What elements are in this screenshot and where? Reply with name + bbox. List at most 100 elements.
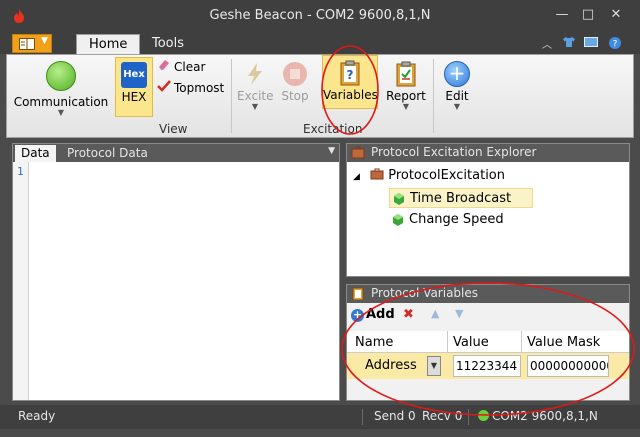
arrow-up-icon[interactable]: ▲	[431, 307, 439, 320]
status-separator	[362, 409, 363, 425]
tree-item-change-speed[interactable]: Change Speed	[389, 210, 508, 230]
delete-icon[interactable]: ✖	[403, 307, 414, 322]
hex-label: HEX	[121, 90, 147, 104]
tree-item-label: Change Speed	[409, 212, 504, 227]
explorer-title: Protocol Excitation Explorer	[371, 145, 537, 159]
arrow-down-icon[interactable]: ▼	[455, 307, 463, 320]
application-menu-button[interactable]: ▼	[12, 34, 52, 53]
chevron-down-icon: ▼	[57, 108, 65, 117]
column-divider[interactable]	[447, 331, 448, 353]
tab-data[interactable]: Data	[15, 145, 56, 162]
tree-root-label: ProtocolExcitation	[388, 168, 505, 183]
column-divider[interactable]	[521, 331, 522, 353]
lightning-icon	[242, 61, 268, 87]
protocol-excitation-explorer: Protocol Excitation Explorer ◢ ProtocolE…	[346, 143, 630, 277]
stop-label: Stop	[281, 89, 309, 103]
variable-mask-input[interactable]: 000000000000	[527, 355, 609, 377]
topmost-label: Topmost	[174, 81, 225, 95]
excite-label: Excite	[237, 89, 274, 103]
shirt-theme-icon[interactable]	[562, 36, 576, 50]
close-button[interactable]: ✕	[606, 6, 626, 24]
help-icon[interactable]: ?	[608, 36, 622, 50]
protocol-variables-panel: Protocol Variables + Add ✖ ▲ ▼ Name Value…	[346, 284, 630, 401]
recv-counter: Recv 0	[422, 409, 463, 423]
communication-button[interactable]: Communication ▼	[9, 59, 113, 125]
tab-tools[interactable]: Tools	[140, 34, 196, 54]
stop-button[interactable]: Stop	[277, 57, 313, 119]
variables-button[interactable]: ? Variables	[322, 55, 378, 109]
hex-icon: Hex	[121, 62, 147, 88]
line-number-gutter: 1	[13, 162, 29, 400]
edit-label: Edit	[445, 89, 469, 103]
column-header-name[interactable]: Name	[355, 335, 393, 350]
column-header-value[interactable]: Value	[453, 335, 489, 350]
tab-home[interactable]: Home	[76, 34, 141, 54]
add-variable-button[interactable]: + Add	[351, 307, 395, 322]
svg-text:?: ?	[347, 68, 354, 82]
app-menu-icon	[19, 38, 35, 50]
checkmark-icon	[157, 80, 171, 95]
minimize-button[interactable]: —	[552, 6, 572, 24]
green-gem-icon	[394, 193, 404, 205]
chevron-down-icon[interactable]: ▼	[328, 146, 335, 156]
variables-label: Variables	[323, 88, 378, 102]
green-gem-icon	[393, 214, 403, 226]
about-icon[interactable]	[584, 36, 598, 50]
maximize-button[interactable]: □	[578, 6, 598, 24]
chevron-down-icon: ▼	[41, 36, 48, 46]
variables-table-header: Name Value Value Mask	[347, 331, 629, 353]
stop-icon	[282, 61, 308, 87]
status-ready: Ready	[18, 409, 56, 423]
clipboard-icon	[352, 287, 364, 300]
expand-arrow-icon[interactable]: ◢	[353, 172, 360, 182]
tab-protocol-data[interactable]: Protocol Data	[61, 145, 154, 162]
window-title: Geshe Beacon - COM2 9600,8,1,N	[209, 8, 431, 23]
excite-button[interactable]: Excite ▼	[237, 57, 274, 119]
ribbon-separator	[433, 59, 434, 133]
ribbon-tab-row: ▼ Home Tools ︿ ?	[0, 32, 640, 54]
clipboard-check-icon	[393, 61, 419, 87]
status-separator	[468, 409, 469, 425]
variables-toolbar: + Add ✖ ▲ ▼	[347, 303, 629, 327]
edit-button[interactable]: + Edit ▼	[435, 57, 479, 119]
view-group-label: View	[159, 122, 188, 136]
title-bar: Geshe Beacon - COM2 9600,8,1,N — □ ✕	[0, 0, 640, 32]
hex-toggle-button[interactable]: Hex HEX	[115, 57, 153, 117]
plus-icon: +	[351, 308, 364, 322]
svg-text:?: ?	[613, 40, 618, 50]
explorer-header: Protocol Excitation Explorer	[347, 144, 629, 162]
clear-label: Clear	[174, 60, 206, 74]
report-label: Report	[386, 89, 426, 103]
collapse-ribbon-icon[interactable]: ︿	[540, 36, 554, 51]
data-panel-tabs: Data Protocol Data ▼	[13, 144, 339, 162]
ribbon-separator	[231, 59, 232, 133]
variables-header: Protocol Variables	[347, 285, 629, 303]
column-header-value-mask[interactable]: Value Mask	[527, 335, 600, 350]
plus-icon: +	[444, 61, 470, 87]
connected-icon	[478, 410, 489, 421]
variables-title: Protocol Variables	[371, 286, 479, 300]
variable-value-input[interactable]: 11223344	[453, 355, 521, 377]
eraser-icon	[157, 59, 171, 74]
chevron-down-icon[interactable]: ▼	[427, 356, 441, 376]
status-bar: Ready Send 0 Recv 0 COM2 9600,8,1,N	[0, 405, 640, 429]
add-label: Add	[366, 307, 395, 322]
clipboard-question-icon: ?	[337, 60, 363, 86]
port-status[interactable]: COM2 9600,8,1,N	[478, 409, 598, 423]
tree-item-label: Time Broadcast	[410, 191, 512, 206]
table-row[interactable]: Address ▼ 11223344 000000000000	[347, 353, 629, 379]
ribbon-panel: Communication ▼ Hex HEX Clear Topmost Vi…	[6, 54, 634, 138]
chevron-down-icon: ▼	[251, 102, 259, 111]
line-number: 1	[17, 165, 24, 178]
clear-button[interactable]: Clear	[157, 59, 205, 74]
report-button[interactable]: Report ▼	[381, 57, 431, 119]
port-label: COM2 9600,8,1,N	[492, 409, 598, 423]
topmost-button[interactable]: Topmost	[157, 80, 224, 95]
tree-root-node[interactable]: ◢ ProtocolExcitation	[353, 168, 505, 183]
briefcase-icon	[370, 168, 384, 180]
variable-name-cell[interactable]: Address	[365, 358, 417, 373]
send-counter: Send 0	[374, 409, 416, 423]
power-icon	[46, 61, 76, 91]
tree-item-time-broadcast[interactable]: Time Broadcast	[389, 188, 533, 208]
briefcase-icon	[351, 146, 365, 159]
